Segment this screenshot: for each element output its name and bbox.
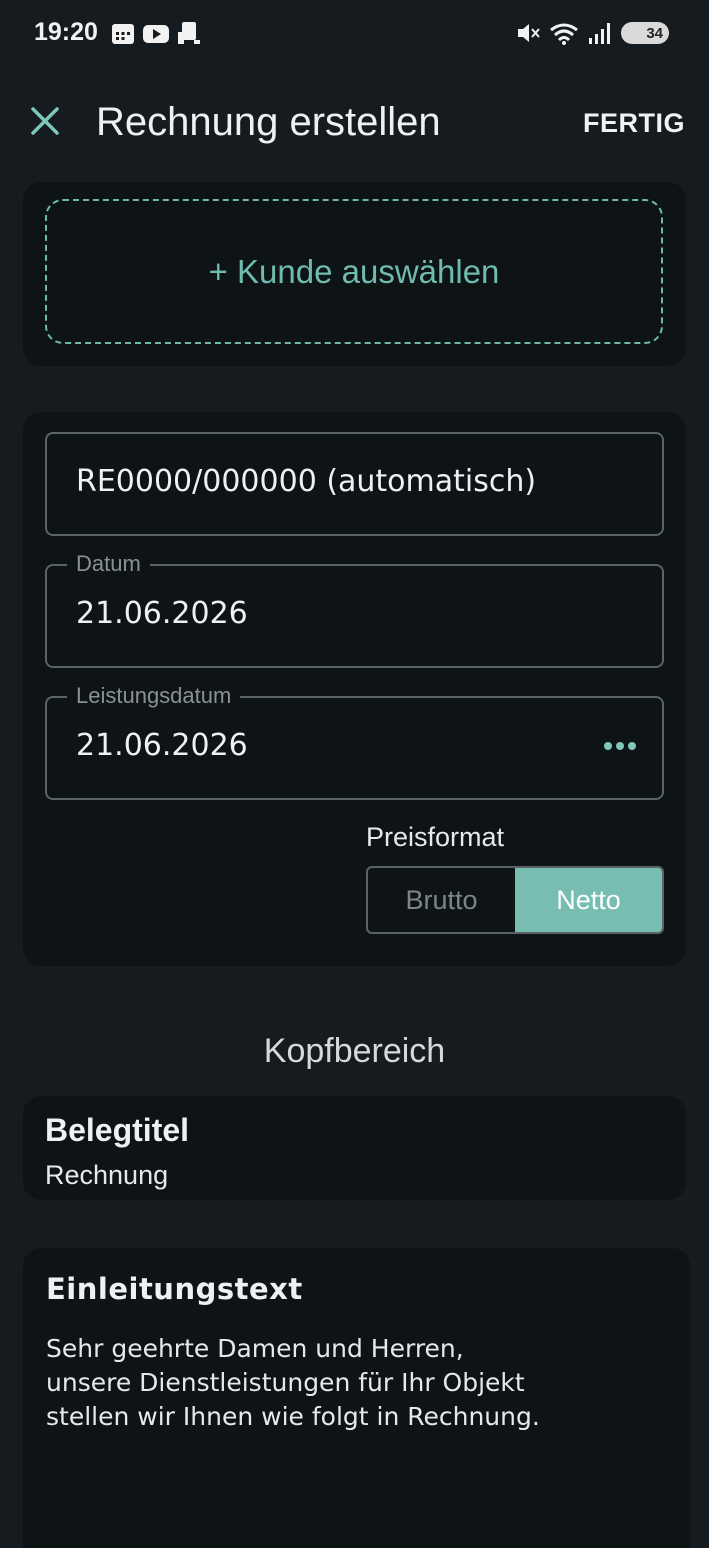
signal-icon [589, 23, 610, 44]
date-value: 21.06.2026 [76, 596, 248, 631]
wifi-icon [550, 23, 578, 45]
more-options-icon[interactable] [604, 742, 636, 750]
done-button[interactable]: FERTIG [583, 108, 685, 139]
date-label: Datum [67, 551, 150, 577]
service-date-label: Leistungsdatum [67, 683, 241, 709]
status-bar: 19:20 34 [0, 0, 709, 68]
price-format-toggle: Brutto Netto [366, 866, 664, 934]
app-bar: Rechnung erstellen FERTIG [0, 80, 709, 170]
status-time: 19:20 [34, 18, 98, 46]
price-format-label: Preisformat [366, 822, 505, 852]
page-title: Rechnung erstellen [96, 100, 441, 144]
invoice-details-card: RE0000/000000 (automatisch) Datum 21.06.… [23, 412, 686, 966]
select-customer-button[interactable]: + Kunde auswählen [45, 199, 663, 344]
battery-icon: 34 [621, 22, 669, 44]
doc-title-card[interactable]: Belegtitel Rechnung [23, 1096, 686, 1200]
header-section-heading: Kopfbereich [263, 1032, 446, 1070]
mute-icon [518, 24, 540, 42]
doc-title-value: Rechnung [45, 1160, 169, 1190]
price-option-netto[interactable]: Netto [515, 868, 662, 932]
service-date-field[interactable]: Leistungsdatum 21.06.2026 [45, 683, 664, 800]
battery-level: 34 [646, 24, 663, 42]
intro-text-label: Einleitungstext [46, 1272, 303, 1306]
price-option-brutto[interactable]: Brutto [368, 868, 515, 932]
customer-card: + Kunde auswählen [23, 182, 686, 366]
cast-icon [178, 22, 200, 44]
service-date-value: 21.06.2026 [76, 728, 248, 763]
intro-text-card[interactable]: Einleitungstext Sehr geehrte Damen und H… [23, 1248, 690, 1548]
select-customer-label: + Kunde auswählen [208, 252, 500, 290]
youtube-icon [143, 25, 169, 43]
doc-title-label: Belegtitel [45, 1112, 190, 1148]
calendar-icon [112, 24, 134, 44]
invoice-number-value: RE0000/000000 (automatisch) [76, 464, 537, 499]
close-icon[interactable] [28, 104, 62, 138]
invoice-number-field[interactable]: RE0000/000000 (automatisch) [45, 432, 664, 536]
intro-text-value: Sehr geehrte Damen und Herren, unsere Di… [46, 1334, 540, 1431]
date-field[interactable]: Datum 21.06.2026 [45, 551, 664, 668]
